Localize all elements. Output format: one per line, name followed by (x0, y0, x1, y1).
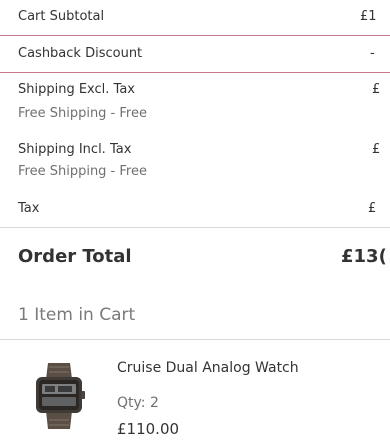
shipping-incl-tax-amount: £ (372, 142, 381, 157)
product-price: £110.00 (117, 420, 180, 438)
product-name[interactable]: Cruise Dual Analog Watch (117, 360, 299, 376)
order-total-divider (0, 227, 390, 228)
cashback-discount-label: Cashback Discount (18, 46, 143, 61)
product-thumbnail[interactable] (18, 357, 98, 433)
tax-label: Tax (18, 201, 40, 216)
product-qty: Qty: 2 (117, 395, 159, 411)
cart-items-divider (0, 339, 390, 340)
order-total-label: Order Total (18, 246, 132, 267)
cashback-discount-amount: - (370, 46, 375, 61)
cashback-top-border (0, 35, 390, 36)
shipping-excl-tax-method: Free Shipping - Free (18, 106, 147, 121)
cart-subtotal-amount: £1 (360, 9, 377, 24)
items-in-cart-heading[interactable]: 1 Item in Cart (18, 305, 135, 325)
tax-amount: £ (368, 201, 377, 216)
order-total-amount: £13( (341, 246, 387, 267)
qty-value: 2 (149, 395, 159, 411)
qty-label: Qty: (117, 395, 146, 411)
cart-subtotal-label: Cart Subtotal (18, 9, 105, 24)
shipping-incl-tax-method: Free Shipping - Free (18, 164, 147, 179)
shipping-excl-tax-amount: £ (372, 82, 381, 97)
shipping-excl-tax-label: Shipping Excl. Tax (18, 82, 135, 97)
cashback-bottom-border (0, 72, 390, 73)
shipping-incl-tax-label: Shipping Incl. Tax (18, 142, 132, 157)
watch-icon (36, 363, 85, 429)
